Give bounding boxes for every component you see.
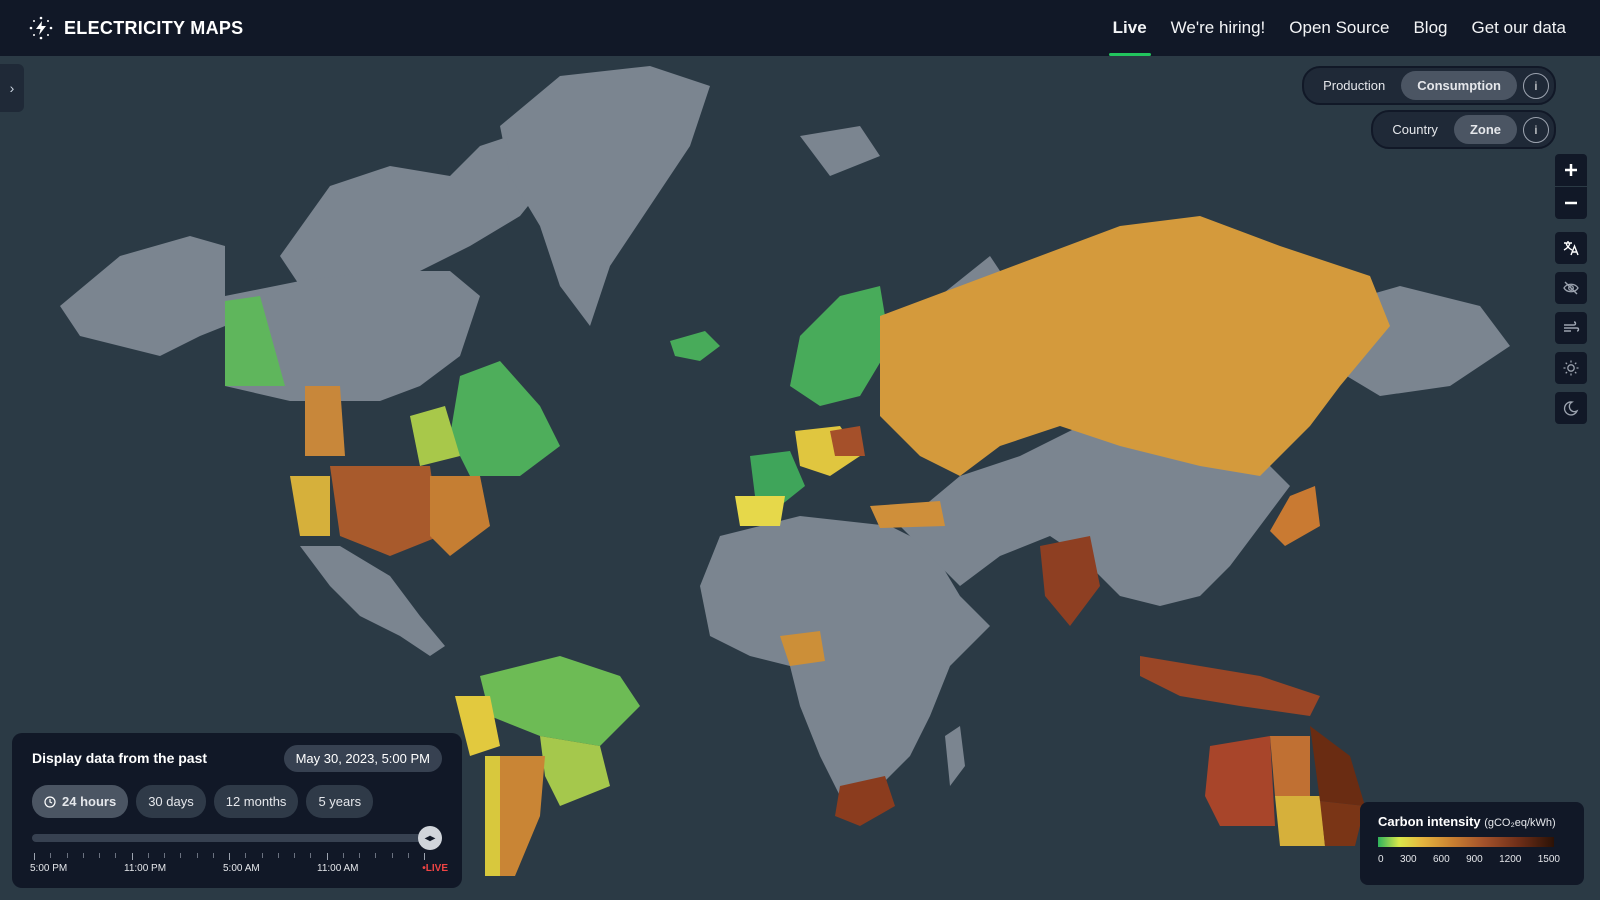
range-12-months[interactable]: 12 months: [213, 785, 299, 818]
region-spain[interactable]: [735, 496, 785, 526]
area-info-icon[interactable]: i: [1523, 116, 1549, 143]
time-tick: [375, 853, 377, 858]
toggle-zone[interactable]: Zone: [1453, 115, 1517, 144]
logo-text: ELECTRICITY MAPS: [64, 17, 244, 38]
range-24-hours[interactable]: 24 hours: [32, 785, 129, 818]
mode-info-icon[interactable]: i: [1523, 72, 1549, 99]
time-range-selector: 24 hours 30 days 12 months 5 years: [32, 785, 374, 818]
toggle-country[interactable]: Country: [1376, 115, 1454, 144]
region-south-australia[interactable]: [1275, 796, 1325, 846]
nav-hiring[interactable]: We're hiring!: [1159, 0, 1278, 56]
time-tick: [261, 853, 263, 858]
clock-icon: [44, 795, 56, 808]
time-ticks: [32, 853, 442, 861]
sun-icon: [1563, 360, 1579, 376]
sidebar-expand-button[interactable]: ›: [0, 64, 24, 112]
legend-tick: 0: [1378, 854, 1384, 865]
drag-arrows-icon: ◂▸: [424, 832, 436, 844]
zoom-out-icon: [1565, 201, 1577, 205]
language-icon: [1563, 241, 1579, 256]
nav-get-data[interactable]: Get our data: [1459, 0, 1578, 56]
range-30-days[interactable]: 30 days: [136, 785, 206, 818]
time-tick: [164, 853, 165, 858]
selected-date[interactable]: May 30, 2023, 5:00 PM: [283, 745, 442, 772]
time-tick: [180, 853, 182, 858]
nav-live[interactable]: Live: [1101, 0, 1159, 56]
legend-tick: 600: [1433, 854, 1450, 865]
zoom-in-button[interactable]: [1555, 154, 1587, 186]
toggle-production[interactable]: Production: [1307, 71, 1401, 100]
zoom-in-icon: [1565, 164, 1577, 176]
time-tick: [245, 853, 247, 858]
carbon-intensity-legend: Carbon intensity (gCO₂eq/kWh) 0 300 600 …: [1360, 802, 1584, 885]
range-5-years[interactable]: 5 years: [306, 785, 374, 818]
region-northern-territory[interactable]: [1270, 736, 1310, 796]
zoom-out-button[interactable]: [1555, 187, 1587, 219]
time-tick: [407, 853, 409, 858]
time-tick: [82, 853, 84, 858]
area-toggle: Country Zone i: [1371, 110, 1556, 149]
nav-open-source[interactable]: Open Source: [1277, 0, 1401, 56]
legend-tick: 1500: [1537, 854, 1560, 865]
time-tick: [359, 853, 360, 858]
legend-color-scale: [1378, 837, 1554, 847]
legend-tick: 900: [1466, 854, 1483, 865]
region-western-australia[interactable]: [1205, 736, 1275, 826]
live-label: LIVE: [425, 863, 448, 874]
time-tick: [115, 853, 117, 858]
time-tick: [294, 853, 295, 858]
dark-mode-button[interactable]: [1555, 392, 1587, 424]
time-tick: [99, 853, 100, 858]
nav-blog[interactable]: Blog: [1401, 0, 1459, 56]
language-button[interactable]: [1555, 232, 1587, 264]
hide-button[interactable]: [1555, 272, 1587, 304]
time-tick: [229, 853, 230, 860]
solar-button[interactable]: [1555, 352, 1587, 384]
legend-ticks: 0 300 600 900 1200 1500: [1378, 854, 1560, 865]
time-tick: [196, 853, 198, 858]
tick-label: 5:00 AM: [223, 863, 260, 874]
hide-icon: [1563, 281, 1579, 295]
legend-title-text: Carbon intensity: [1378, 814, 1481, 829]
legend-unit: (gCO₂eq/kWh): [1484, 817, 1556, 829]
wind-button[interactable]: [1555, 312, 1587, 344]
tick-label: 11:00 AM: [317, 863, 359, 874]
chevron-right-icon: ›: [9, 80, 15, 96]
live-indicator[interactable]: •LIVE: [422, 863, 448, 874]
time-tick: [326, 853, 328, 860]
time-tick: [50, 853, 52, 858]
dark-mode-icon: [1563, 401, 1579, 416]
range-label: 24 hours: [62, 794, 117, 809]
tick-label: 11:00 PM: [124, 863, 167, 874]
lightning-logo-icon: [29, 16, 53, 40]
time-tick: [147, 853, 149, 858]
region-alberta[interactable]: [305, 386, 345, 456]
top-navigation-bar: ELECTRICITY MAPS Live We're hiring! Open…: [0, 0, 1600, 56]
tick-label: 5:00 PM: [30, 863, 68, 874]
time-slider-track[interactable]: [32, 834, 442, 842]
time-tick: [277, 853, 279, 858]
mode-toggle: Production Consumption i: [1302, 66, 1556, 105]
time-tick: [391, 853, 393, 858]
time-tick: [66, 853, 68, 858]
time-tick: [342, 853, 344, 858]
past-data-panel: Display data from the past May 30, 2023,…: [12, 733, 462, 888]
region-chile[interactable]: [485, 756, 500, 876]
time-slider-thumb[interactable]: ◂▸: [418, 826, 442, 850]
legend-tick: 1200: [1499, 854, 1522, 865]
toggle-consumption[interactable]: Consumption: [1401, 71, 1517, 100]
legend-title: Carbon intensity (gCO₂eq/kWh): [1378, 814, 1566, 829]
legend-tick: 300: [1399, 854, 1417, 865]
main-nav: Live We're hiring! Open Source Blog Get …: [1101, 0, 1578, 56]
time-tick: [212, 853, 214, 858]
wind-icon: [1564, 321, 1580, 332]
logo[interactable]: ELECTRICITY MAPS: [28, 15, 243, 41]
time-tick: [131, 853, 133, 860]
time-tick: [424, 853, 425, 860]
region-poland[interactable]: [830, 426, 865, 456]
past-data-title: Display data from the past: [32, 750, 208, 766]
time-tick: [310, 853, 312, 858]
time-tick: [34, 853, 35, 860]
